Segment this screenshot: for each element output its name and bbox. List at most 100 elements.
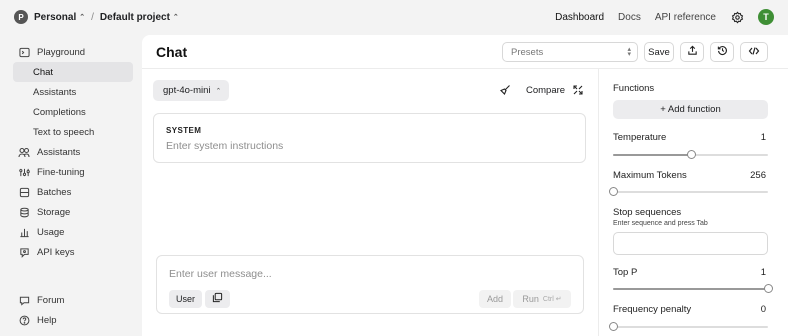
usage-icon (18, 226, 30, 238)
sidebar-item-fine-tuning[interactable]: Fine-tuning (13, 162, 133, 182)
compare-button[interactable]: Compare (526, 84, 584, 96)
message-composer: Enter user message... User Add Run Ctrl … (156, 255, 584, 314)
main-panel: Chat Presets ▴ ▾ Save gpt-4o-mini ⌃ Compa… (142, 35, 788, 336)
history-button[interactable] (710, 42, 734, 62)
sidebar-item-usage[interactable]: Usage (13, 222, 133, 242)
share-button[interactable] (680, 42, 704, 62)
code-button[interactable] (740, 42, 768, 62)
breadcrumb-separator: / (91, 11, 94, 23)
max-tokens-label: Maximum Tokens (613, 170, 687, 181)
sidebar-item-label: Assistants (37, 146, 81, 158)
nav-docs[interactable]: Docs (618, 12, 641, 23)
share-icon (687, 45, 698, 59)
top-bar: P Personal ⌃ / Default project ⌃ Dashboa… (0, 0, 788, 34)
sidebar-bottom: Forum Help (0, 290, 140, 330)
forum-icon (18, 294, 30, 306)
compare-icon (573, 85, 583, 95)
run-shortcut: Ctrl ↵ (542, 296, 562, 303)
add-function-button[interactable]: + Add function (613, 100, 768, 119)
temperature-slider[interactable] (613, 150, 768, 160)
sidebar-item-chat[interactable]: Chat (13, 62, 133, 82)
broom-icon[interactable] (499, 84, 511, 99)
project-switcher[interactable]: Default project ⌃ (100, 12, 179, 23)
stop-sequences-input[interactable] (613, 232, 768, 255)
slider-thumb[interactable] (764, 284, 773, 293)
batches-icon (18, 186, 30, 198)
run-button[interactable]: Run Ctrl ↵ (513, 290, 571, 308)
history-icon (717, 45, 728, 59)
user-avatar[interactable]: T (758, 9, 774, 25)
sidebar: Playground Chat Assistants Completions T… (0, 34, 140, 336)
role-toggle-button[interactable]: User (169, 290, 202, 308)
model-name: gpt-4o-mini (163, 85, 211, 96)
add-message-button[interactable]: Add (479, 290, 511, 308)
stop-sequences-hint: Enter sequence and press Tab (613, 220, 708, 227)
org-name: Personal (34, 11, 77, 23)
org-avatar[interactable]: P (14, 10, 28, 24)
sidebar-item-label: Batches (37, 186, 72, 198)
chevron-updown-icon: ⌃ (215, 87, 222, 95)
image-icon (212, 292, 223, 306)
sidebar-item-label: API keys (37, 246, 75, 258)
sidebar-item-completions[interactable]: Completions (13, 102, 133, 122)
frequency-penalty-label: Frequency penalty (613, 304, 692, 315)
project-name: Default project (99, 11, 170, 23)
chevron-updown-icon: ▴ ▾ (627, 46, 631, 58)
sidebar-item-label: Assistants (33, 86, 77, 98)
sidebar-item-label: Help (37, 314, 57, 326)
top-p-slider[interactable] (613, 284, 773, 294)
page-title: Chat (156, 44, 188, 60)
sidebar-item-playground[interactable]: Playground (13, 42, 133, 62)
settings-panel: Functions + Add function Temperature 1 M… (598, 69, 788, 336)
max-tokens-value: 256 (750, 170, 766, 181)
sidebar-item-label: Fine-tuning (37, 166, 85, 178)
compare-label: Compare (526, 84, 566, 96)
org-switcher[interactable]: Personal ⌃ (34, 12, 85, 23)
sidebar-item-label: Forum (37, 294, 65, 306)
playground-icon (18, 46, 30, 58)
sidebar-item-label: Storage (37, 206, 71, 218)
user-message-input[interactable]: Enter user message... (169, 268, 272, 280)
top-p-label: Top P (613, 267, 638, 278)
chevron-updown-icon: ⌃ (79, 14, 86, 21)
slider-thumb[interactable] (687, 150, 696, 159)
sidebar-item-playground-assistants[interactable]: Assistants (13, 82, 133, 102)
top-p-value: 1 (760, 267, 766, 278)
sidebar-item-api-keys[interactable]: API keys (13, 242, 133, 262)
top-nav: Dashboard Docs API reference T (555, 9, 774, 25)
main-header: Chat Presets ▴ ▾ Save (142, 35, 788, 69)
sidebar-item-batches[interactable]: Batches (13, 182, 133, 202)
key-icon (18, 246, 30, 258)
nav-api-reference[interactable]: API reference (655, 12, 716, 23)
sidebar-item-label: Chat (33, 66, 54, 78)
gear-icon[interactable] (730, 10, 744, 24)
stop-sequences-label: Stop sequences (613, 207, 682, 218)
sidebar-item-label: Completions (33, 106, 86, 118)
sidebar-item-assistants[interactable]: Assistants (13, 142, 133, 162)
assistants-icon (18, 146, 30, 158)
save-button[interactable]: Save (644, 42, 674, 62)
sidebar-item-label: Playground (37, 46, 86, 58)
attach-button[interactable] (205, 290, 230, 308)
functions-label: Functions (613, 83, 655, 94)
temperature-value: 1 (760, 132, 766, 143)
system-instructions-input[interactable]: Enter system instructions (166, 140, 283, 152)
slider-thumb[interactable] (609, 322, 618, 331)
sidebar-item-storage[interactable]: Storage (13, 202, 133, 222)
slider-thumb[interactable] (609, 187, 618, 196)
sidebar-item-label: Usage (37, 226, 65, 238)
nav-dashboard[interactable]: Dashboard (555, 12, 604, 23)
system-instructions-box[interactable]: SYSTEM Enter system instructions (153, 113, 586, 163)
sidebar-item-label: Text to speech (33, 126, 95, 138)
sidebar-item-forum[interactable]: Forum (13, 290, 133, 310)
frequency-penalty-value: 0 (760, 304, 766, 315)
system-label: SYSTEM (166, 126, 202, 135)
temperature-label: Temperature (613, 132, 667, 143)
max-tokens-slider[interactable] (609, 187, 768, 197)
frequency-penalty-slider[interactable] (609, 322, 768, 332)
sidebar-item-help[interactable]: Help (13, 310, 133, 330)
sidebar-item-text-to-speech[interactable]: Text to speech (13, 122, 133, 142)
model-select[interactable]: gpt-4o-mini ⌃ (153, 80, 230, 101)
presets-select[interactable]: Presets ▴ ▾ (502, 42, 638, 62)
help-icon (18, 314, 30, 326)
